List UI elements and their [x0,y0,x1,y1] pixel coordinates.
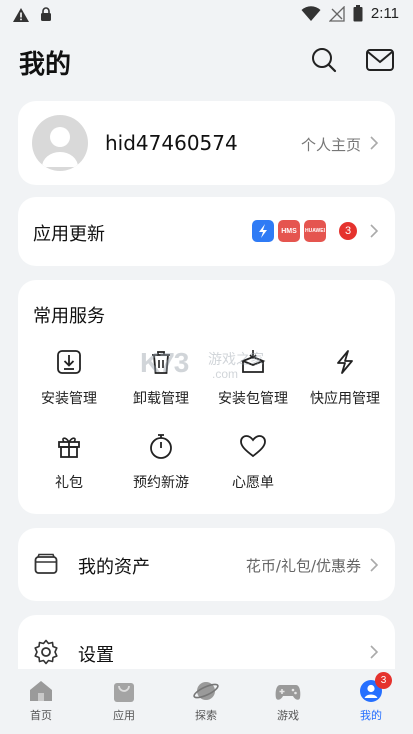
my-assets-card[interactable]: 我的资产 花币/礼包/优惠券 [18,528,395,601]
avatar[interactable] [32,115,88,171]
service-install-manage[interactable]: 安装管理 [23,348,115,408]
chevron-right-icon [370,224,379,238]
tab-apps[interactable]: 应用 [94,679,154,723]
my-assets-label: 我的资产 [78,557,150,578]
service-gift[interactable]: 礼包 [23,432,115,492]
service-label: 安装包管理 [218,391,288,407]
service-label: 礼包 [55,475,83,491]
tab-home[interactable]: 首页 [11,679,71,723]
page-title: 我的 [19,50,72,80]
stopwatch-icon [150,434,172,459]
app-updates-label: 应用更新 [33,224,105,245]
service-label: 安装管理 [41,391,97,407]
service-label: 快应用管理 [310,391,380,407]
page-header: 我的 [0,40,413,84]
update-app-icons: HMS HUAWEI [252,220,326,242]
wifi-icon [301,5,321,21]
gamepad-icon [275,685,301,700]
chevron-right-icon [370,645,379,659]
battery-icon [353,5,363,22]
app-icon-blue-bolt [252,220,274,242]
home-icon [30,681,52,701]
service-label: 卸载管理 [133,391,189,407]
common-services-card: 常用服务 安装管理 卸载管理 安装包管理 快应用管理 礼包 预约新游 心愿单 [18,280,395,514]
watermark-logo: K73 游戏之家 .com [140,347,264,381]
service-reserve-games[interactable]: 预约新游 [115,432,207,492]
mail-icon[interactable] [365,46,395,74]
app-icon-huawei-label: HUAWEI [305,228,325,234]
tab-me[interactable]: 我的 3 [341,672,401,723]
avatar-placeholder-icon [42,127,78,167]
chevron-right-icon [370,558,379,572]
heart-icon [240,435,266,458]
bag-icon [114,683,134,702]
quick-app-icon [337,350,353,374]
tab-label: 我的 [360,709,382,722]
homepage-link[interactable]: 个人主页 [301,134,361,155]
wallet-icon [34,553,58,574]
chevron-right-icon [370,136,379,150]
tab-games[interactable]: 游戏 [258,679,318,723]
tab-label: 游戏 [277,709,299,722]
watermark-brand: K73 [140,347,189,378]
profile-card[interactable]: hid47460574 个人主页 [18,101,395,185]
tab-badge: 3 [375,672,392,689]
warning-icon [13,8,29,22]
bolt-icon [259,224,267,238]
gift-icon [58,437,80,458]
watermark-text: 游戏之家 [208,351,264,367]
bottom-tab-bar: 首页 应用 探索 游戏 我的 3 [0,669,413,734]
service-wishlist[interactable]: 心愿单 [207,432,299,492]
tab-label: 首页 [30,709,52,722]
tab-label: 应用 [113,709,135,722]
my-assets-subtitle: 花币/礼包/优惠券 [245,557,361,575]
app-icon-huawei: HUAWEI [304,220,326,242]
service-label: 心愿单 [232,475,274,491]
app-updates-card[interactable]: 应用更新 HMS HUAWEI 3 [18,197,395,266]
username: hid47460574 [105,131,238,155]
service-quick-app[interactable]: 快应用管理 [299,348,391,408]
app-icon-hms: HMS [278,220,300,242]
common-services-label: 常用服务 [33,306,105,327]
status-time: 2:11 [370,5,399,22]
watermark-domain: .com [212,367,239,381]
install-manage-icon [57,350,81,374]
tab-explore[interactable]: 探索 [176,679,236,723]
planet-icon [193,682,219,700]
search-icon[interactable] [310,46,338,74]
lock-icon [41,7,51,21]
status-bar: 2:11 [0,0,413,30]
gear-icon [34,639,58,665]
signal-icon [328,5,345,22]
service-label: 预约新游 [133,475,189,491]
update-count-badge: 3 [339,222,357,240]
settings-label: 设置 [78,645,114,666]
tab-label: 探索 [195,709,217,722]
